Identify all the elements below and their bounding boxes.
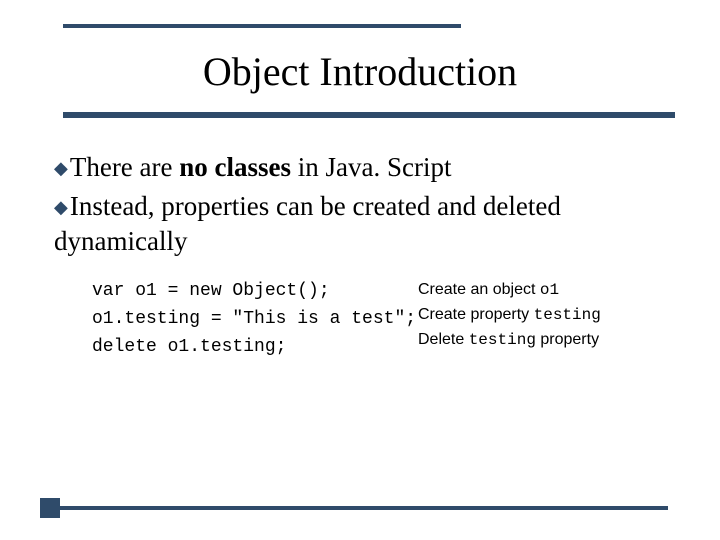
top-divider	[63, 24, 461, 28]
annot-text: Create property	[418, 306, 534, 323]
bullet-list: ◆There are no classes in Java. Script ◆I…	[54, 150, 674, 263]
slide: Object Introduction ◆There are no classe…	[0, 0, 720, 540]
annot-text: Delete	[418, 331, 469, 348]
bullet-text-bold: no classes	[179, 152, 291, 182]
annot-text: property	[536, 331, 599, 348]
annot-code: o1	[540, 281, 559, 299]
bullet-text-pre: Instead, properties can be created and d…	[54, 191, 561, 256]
bottom-divider	[56, 506, 668, 510]
page-title: Object Introduction	[0, 48, 720, 95]
code-line: o1.testing = "This is a test";	[92, 309, 416, 329]
annotations: Create an object o1 Create property test…	[418, 278, 601, 352]
code-block: var o1 = new Object(); o1.testing = "Thi…	[92, 278, 416, 362]
diamond-bullet-icon: ◆	[54, 197, 68, 217]
bullet-text-post: in Java. Script	[291, 152, 451, 182]
annot-code: testing	[534, 306, 601, 324]
diamond-bullet-icon: ◆	[54, 158, 68, 178]
title-underline	[63, 112, 675, 118]
bullet-item: ◆There are no classes in Java. Script	[54, 150, 674, 185]
annot-text: Create an object	[418, 281, 540, 298]
bullet-item: ◆Instead, properties can be created and …	[54, 189, 674, 259]
code-line: delete o1.testing;	[92, 337, 286, 357]
annotation-line: Create an object o1	[418, 278, 601, 303]
annotation-line: Delete testing property	[418, 328, 601, 353]
bullet-text-pre: There are	[70, 152, 179, 182]
code-line: var o1 = new Object();	[92, 281, 330, 301]
annot-code: testing	[469, 331, 536, 349]
annotation-line: Create property testing	[418, 303, 601, 328]
